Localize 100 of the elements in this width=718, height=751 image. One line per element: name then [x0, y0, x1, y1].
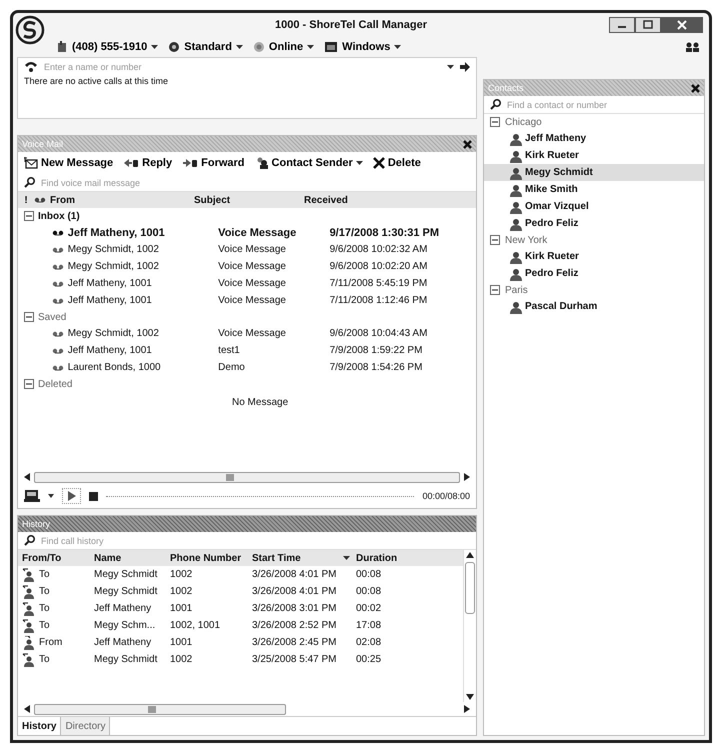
message-row[interactable]: Jeff Matheny, 1001 test1 7/9/2008 1:59:22 PM: [18, 342, 476, 359]
message-row[interactable]: Jeff Matheny, 1001 Voice Message 7/11/2008 1:12:46 PM: [18, 292, 476, 309]
delete-icon: [372, 157, 385, 169]
table-cell-text: Megy Schmidt, 1002: [68, 261, 160, 272]
dial-arrow-icon[interactable]: [460, 62, 470, 72]
presence-icon: [252, 41, 265, 53]
collapse-icon[interactable]: [490, 235, 500, 245]
toolbar-button[interactable]: Forward: [178, 157, 249, 169]
toolbar-button[interactable]: Reply: [119, 157, 176, 169]
message-row[interactable]: Megy Schmidt, 1002 Voice Message 9/6/2008 10:02:20 AM: [18, 258, 476, 275]
call-row[interactable]: To Megy Schm... 1002, 1001 3/26/2008 2:52 PM 17:08: [18, 617, 463, 634]
caret-icon[interactable]: [447, 64, 454, 70]
contact-item[interactable]: Omar Vizquel: [484, 198, 704, 215]
table-cell-text: 1002, 1001: [170, 620, 222, 631]
empty-text: No Message: [232, 396, 288, 408]
table-cell-text: Demo: [218, 362, 246, 373]
scroll-right-icon[interactable]: [464, 473, 470, 481]
close-button[interactable]: [661, 17, 703, 33]
play-icon: [67, 491, 76, 501]
search-field[interactable]: Find call history: [41, 536, 470, 546]
minimize-button[interactable]: [609, 17, 635, 33]
contact-item[interactable]: Pascal Durham: [484, 298, 704, 315]
table-cell-text: Megy Schmidt: [94, 586, 158, 597]
table-cell: From: [39, 637, 62, 648]
contact-item[interactable]: Kirk Rueter: [484, 248, 704, 265]
caret-icon[interactable]: [48, 494, 54, 498]
voicemail-icon[interactable]: [34, 197, 46, 203]
collapse-icon[interactable]: [24, 379, 34, 389]
message-row[interactable]: Laurent Bonds, 1000 Demo 7/9/2008 1:54:26 PM: [18, 359, 476, 376]
scroll-up-icon[interactable]: [466, 552, 474, 558]
group-label[interactable]: Deleted: [38, 378, 72, 390]
group-label[interactable]: Paris: [505, 284, 528, 296]
group-label[interactable]: New York: [505, 234, 548, 246]
column-header[interactable]: From: [50, 194, 194, 206]
toolbar-button[interactable]: New Message: [20, 157, 118, 169]
speaker-phone-icon[interactable]: [24, 489, 40, 503]
horizontal-scrollbar[interactable]: [34, 704, 286, 714]
column-header[interactable]: Received: [304, 194, 454, 206]
dial-field[interactable]: Enter a name or number: [44, 62, 441, 72]
toolbar-menu[interactable]: Standard: [165, 41, 246, 53]
collapse-icon[interactable]: [24, 312, 34, 322]
caret-icon: [151, 44, 158, 50]
column-header[interactable]: Duration: [356, 552, 416, 564]
horizontal-scrollbar[interactable]: [34, 472, 460, 482]
search-field[interactable]: Find a contact or number: [507, 100, 698, 110]
toolbar-menu[interactable]: Windows: [321, 41, 404, 53]
maximize-button[interactable]: [635, 17, 661, 33]
toolbar-menu[interactable]: (408) 555-1910: [53, 41, 162, 53]
scroll-left-icon[interactable]: [24, 473, 30, 481]
contact-item[interactable]: Mike Smith: [484, 181, 704, 198]
column-header[interactable]: !: [18, 194, 34, 206]
column-header[interactable]: From/To: [18, 552, 94, 564]
table-cell-text: 7/9/2008 1:54:26 PM: [330, 362, 424, 373]
scroll-right-icon[interactable]: [464, 705, 470, 713]
message-row[interactable]: Jeff Matheny, 1001 Voice Message 7/11/2008 5:45:19 PM: [18, 275, 476, 292]
column-header[interactable]: Phone Number: [170, 552, 252, 564]
vertical-scrollbar[interactable]: [463, 550, 476, 702]
search-field[interactable]: Find voice mail message: [41, 178, 470, 188]
contact-item[interactable]: Megy Schmidt: [484, 164, 704, 181]
call-row[interactable]: From Jeff Matheny 1001 3/26/2008 2:45 PM 02:08: [18, 634, 463, 651]
collapse-icon[interactable]: [490, 285, 500, 295]
column-header[interactable]: Subject: [194, 194, 304, 206]
envelope-icon: [24, 157, 38, 169]
stop-icon[interactable]: [89, 492, 98, 500]
collapse-icon[interactable]: [490, 117, 500, 127]
call-row[interactable]: To Megy Schmidt 1002 3/26/2008 4:01 PM 00:08: [18, 566, 463, 583]
call-row[interactable]: To Jeff Matheny 1001 3/26/2008 3:01 PM 00:02: [18, 600, 463, 617]
call-row[interactable]: To Megy Schmidt 1002 3/26/2008 4:01 PM 00:08: [18, 583, 463, 600]
contact-item[interactable]: Pedro Feliz: [484, 215, 704, 232]
table-cell-text: 7/9/2008 1:59:22 PM: [330, 345, 424, 356]
close-icon[interactable]: [691, 84, 700, 92]
table-cell-text: Voice Message: [218, 261, 287, 272]
play-button[interactable]: [62, 488, 81, 504]
table-cell-text: test1: [218, 345, 241, 356]
group-label[interactable]: Inbox (1): [38, 210, 80, 222]
group-label[interactable]: Chicago: [505, 116, 542, 128]
toolbar-button[interactable]: Delete: [368, 157, 425, 169]
table-cell-text: 00:02: [356, 603, 382, 614]
contact-item[interactable]: Kirk Rueter: [484, 147, 704, 164]
call-row[interactable]: To Megy Schmidt 1002 3/25/2008 5:47 PM 00:25: [18, 651, 463, 668]
users-icon[interactable]: [685, 42, 701, 52]
table-cell-text: 00:08: [356, 586, 382, 597]
table-cell-text: Jeff Matheny, 1001: [68, 295, 153, 306]
column-header[interactable]: Start Time: [252, 552, 356, 564]
message-row[interactable]: Jeff Matheny, 1001 Voice Message 9/17/2008 1:30:31 PM: [18, 224, 476, 241]
tab[interactable]: Directory: [61, 717, 110, 735]
column-header[interactable]: Name: [94, 552, 170, 564]
toolbar-menu[interactable]: Online: [250, 41, 318, 53]
scroll-left-icon[interactable]: [24, 705, 30, 713]
group-label[interactable]: Saved: [38, 312, 66, 322]
close-icon[interactable]: [463, 140, 472, 148]
table-cell-text: Megy Schmidt, 1002: [68, 244, 160, 255]
collapse-icon[interactable]: [24, 211, 34, 221]
message-row[interactable]: Megy Schmidt, 1002 Voice Message 9/6/2008 10:02:32 AM: [18, 241, 476, 258]
table-cell-text: Voice Message: [218, 244, 287, 255]
contact-item[interactable]: Jeff Matheny: [484, 130, 704, 147]
toolbar-button[interactable]: Contact Sender: [250, 157, 367, 169]
scroll-down-icon[interactable]: [466, 694, 474, 700]
message-row[interactable]: Megy Schmidt, 1002 Voice Message 9/6/2008 10:04:43 AM: [18, 325, 476, 342]
contact-item[interactable]: Pedro Feliz: [484, 265, 704, 282]
